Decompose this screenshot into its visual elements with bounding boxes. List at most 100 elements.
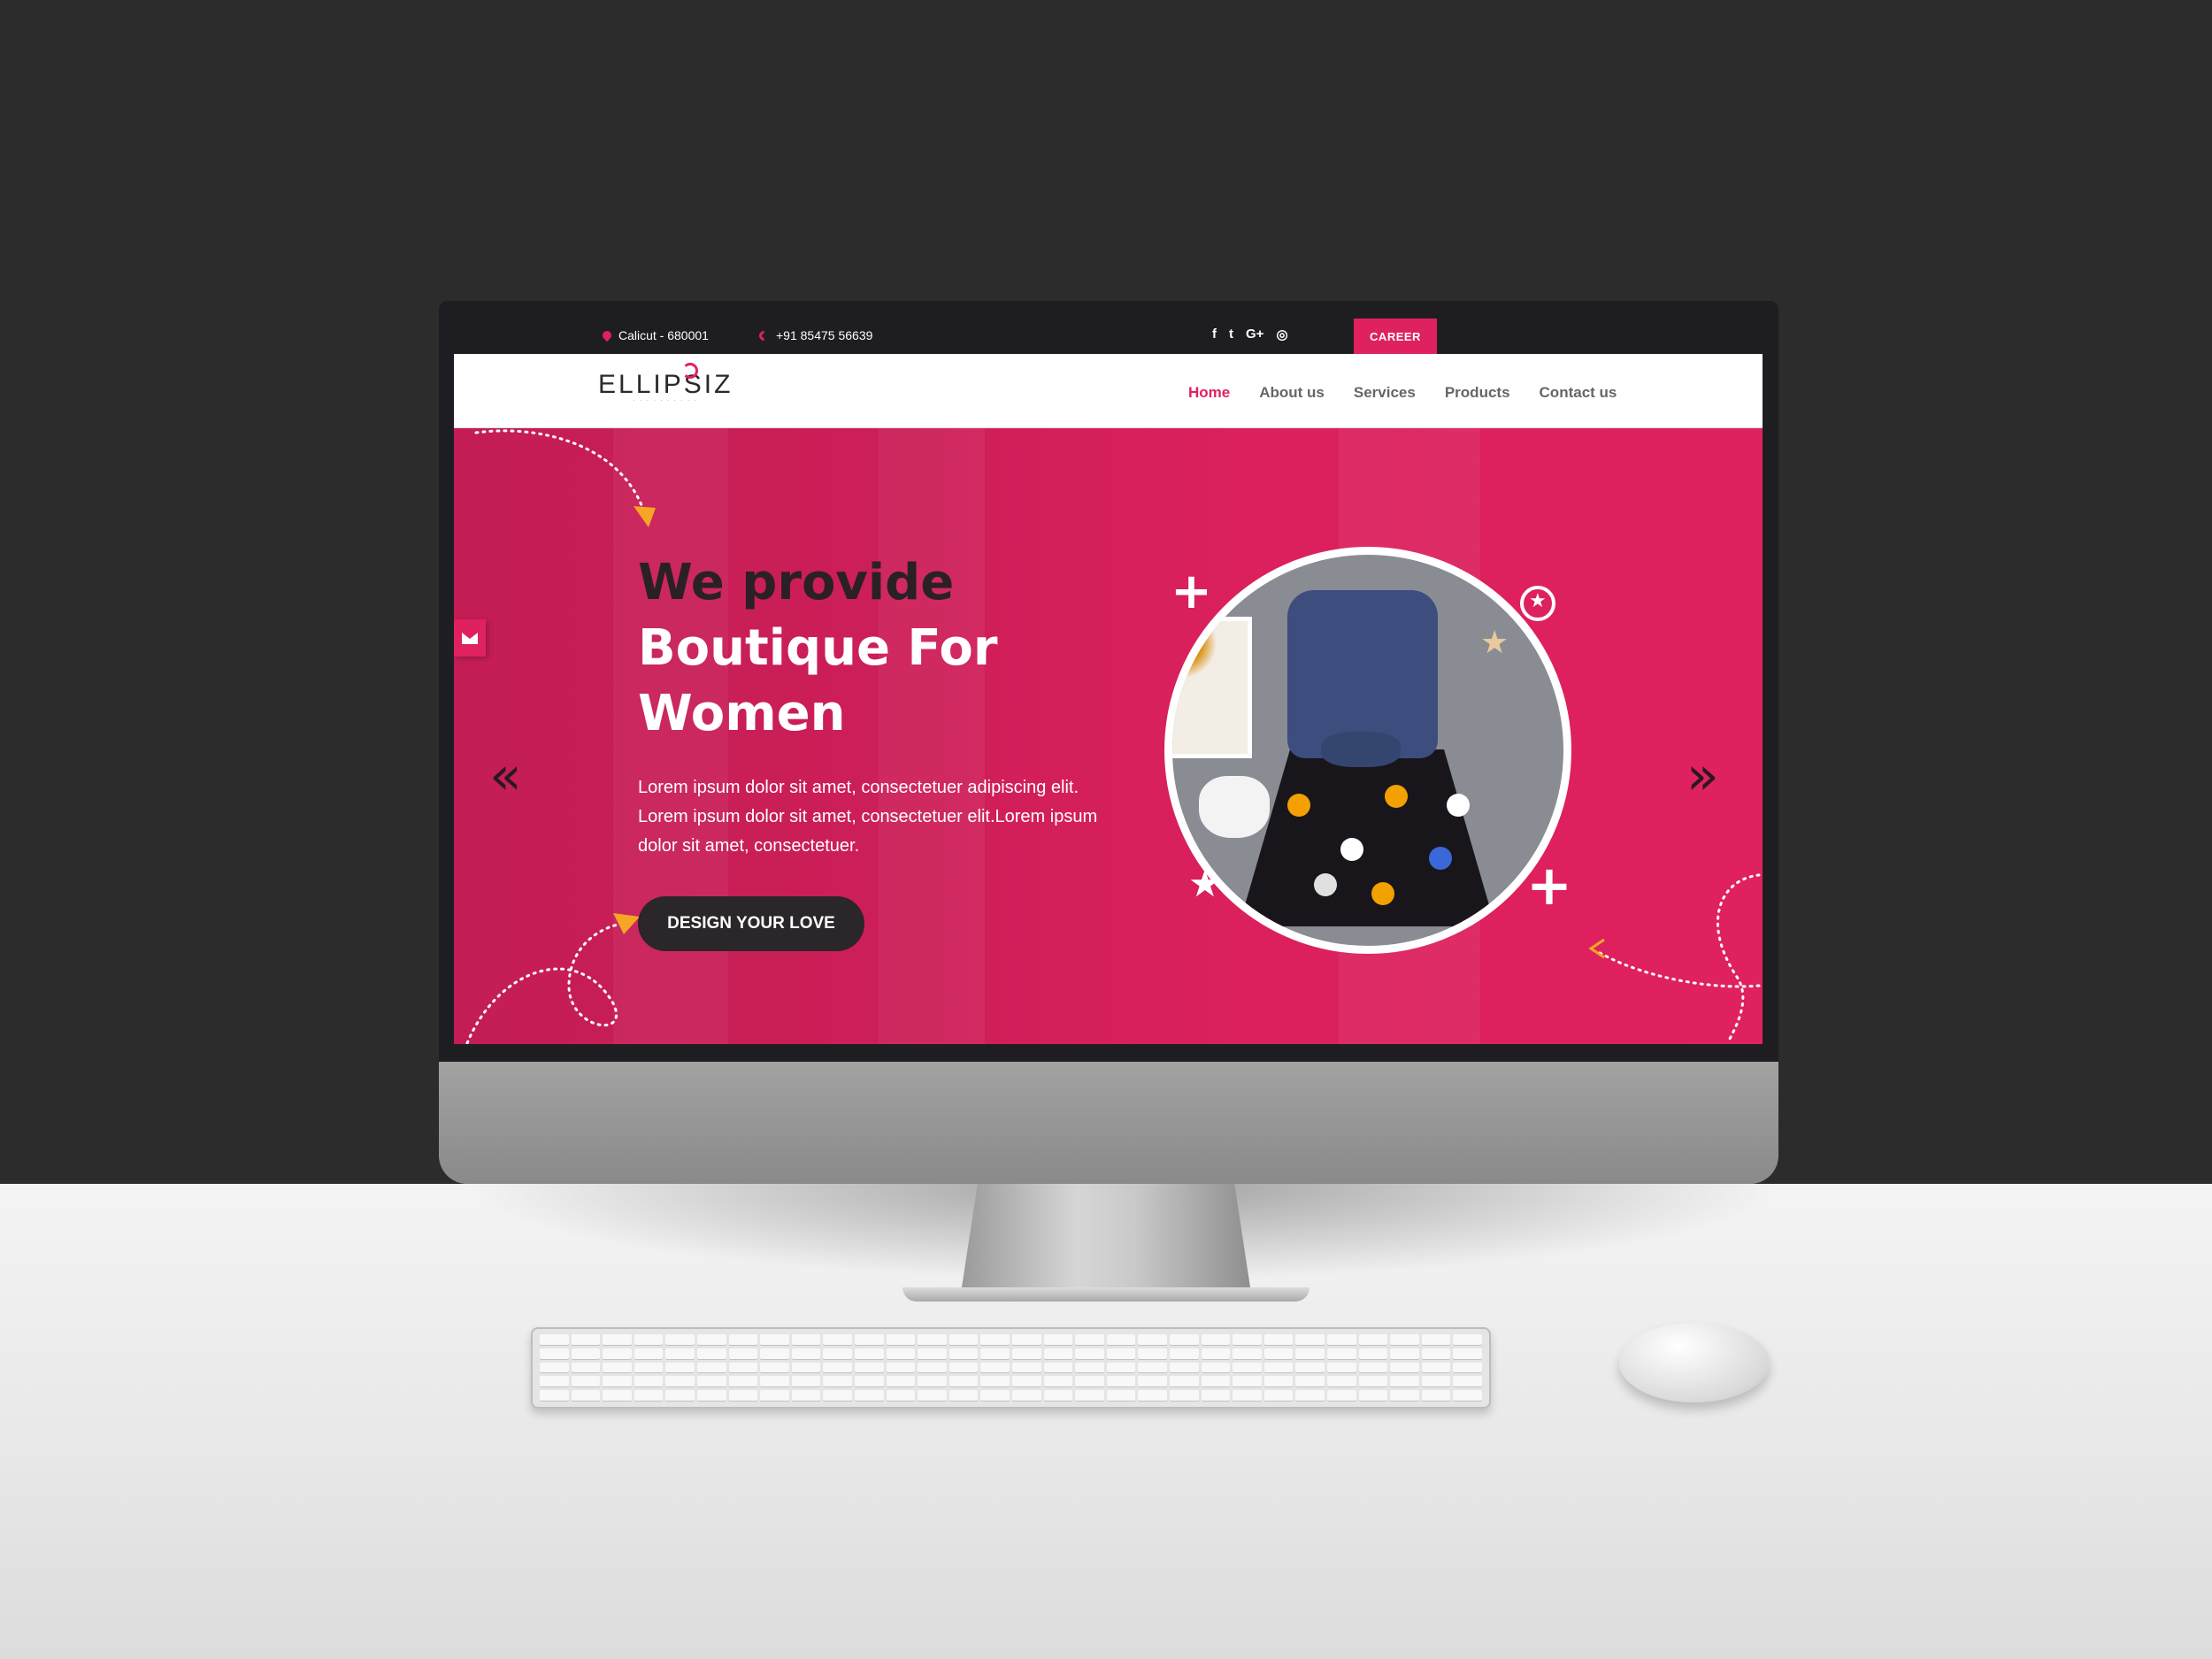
hero-line-3: Women <box>638 685 846 742</box>
twitter-icon[interactable]: t <box>1229 326 1233 342</box>
career-button[interactable]: CAREER <box>1354 319 1437 354</box>
keyboard-key <box>1043 1348 1073 1360</box>
keyboard-key <box>1390 1376 1419 1388</box>
design-your-love-button[interactable]: DESIGN YOUR LOVE <box>638 896 864 951</box>
skirt-flower <box>1447 794 1470 817</box>
keyboard-key <box>1201 1334 1231 1346</box>
keyboard-key <box>1263 1362 1294 1374</box>
keyboard-key <box>1263 1334 1294 1346</box>
keyboard-key <box>571 1334 601 1346</box>
keyboard-key <box>1043 1362 1073 1374</box>
phone-text[interactable]: +91 85475 56639 <box>776 328 872 342</box>
side-mail-button[interactable] <box>454 619 486 657</box>
nav-item-about[interactable]: About us <box>1259 384 1325 402</box>
skirt-flower <box>1340 838 1363 861</box>
hero-slider: « » We provide Boutique For Women Lorem … <box>454 428 1763 1044</box>
keyboard-key <box>1138 1362 1167 1374</box>
keyboard-key <box>1453 1334 1482 1346</box>
keyboard-key <box>980 1334 1010 1346</box>
nav-item-contact[interactable]: Contact us <box>1540 384 1617 402</box>
keyboard-key <box>1421 1348 1451 1360</box>
keyboard-key <box>791 1334 821 1346</box>
keyboard-key <box>665 1390 695 1402</box>
keyboard-key <box>949 1362 979 1374</box>
keyboard-key <box>854 1362 884 1374</box>
keyboard-key <box>571 1362 601 1374</box>
google-plus-icon[interactable]: G+ <box>1246 326 1263 342</box>
hero-line-1: We provide <box>638 554 955 611</box>
product-photo: ★ <box>1164 547 1571 954</box>
keyboard-key <box>603 1334 632 1346</box>
keyboard-key <box>1358 1334 1388 1346</box>
keyboard-key <box>1390 1334 1419 1346</box>
keyboard-key <box>1106 1362 1136 1374</box>
keyboard-key <box>1201 1362 1231 1374</box>
small-star-icon: ★ <box>1529 590 1547 612</box>
keyboard-key <box>540 1362 569 1374</box>
keyboard-key <box>760 1334 789 1346</box>
hero-line-2: Boutique For <box>638 619 998 677</box>
keyboard-key <box>1138 1376 1167 1388</box>
keyboard-key <box>634 1348 664 1360</box>
keyboard-key <box>1421 1376 1451 1388</box>
keyboard-key <box>1169 1334 1199 1346</box>
keyboard-key <box>1169 1376 1199 1388</box>
keyboard-key <box>854 1376 884 1388</box>
nav-item-products[interactable]: Products <box>1445 384 1510 402</box>
keyboard-key <box>634 1334 664 1346</box>
keyboard-key <box>823 1390 852 1402</box>
keyboard-key <box>1201 1390 1231 1402</box>
keyboard-key <box>1326 1390 1356 1402</box>
keyboard-key <box>728 1376 758 1388</box>
keyboard-key <box>1453 1348 1482 1360</box>
keyboard-key <box>854 1348 884 1360</box>
nav-item-services[interactable]: Services <box>1354 384 1416 402</box>
keyboard-key <box>665 1348 695 1360</box>
monitor-stand-foot <box>902 1287 1310 1302</box>
keyboard-key <box>634 1390 664 1402</box>
keyboard-key <box>1233 1362 1262 1374</box>
keyboard-key <box>1011 1334 1041 1346</box>
keyboard-key <box>1233 1390 1262 1402</box>
keyboard-key <box>886 1334 916 1346</box>
keyboard-key <box>791 1348 821 1360</box>
dotted-loop-bottom-left <box>465 913 640 1044</box>
keyboard-key <box>540 1376 569 1388</box>
keyboard-key <box>571 1376 601 1388</box>
skirt-flower <box>1314 873 1337 896</box>
keyboard-key <box>1138 1348 1167 1360</box>
keyboard-key <box>1106 1348 1136 1360</box>
slider-next-button[interactable]: » <box>1686 749 1719 803</box>
keyboard-key <box>760 1348 789 1360</box>
slider-prev-button[interactable]: « <box>489 749 522 803</box>
nav-item-home[interactable]: Home <box>1188 384 1230 402</box>
keyboard-key <box>571 1348 601 1360</box>
keyboard-key <box>728 1390 758 1402</box>
keyboard-key <box>791 1390 821 1402</box>
keyboard-key <box>886 1362 916 1374</box>
keyboard-key <box>1106 1390 1136 1402</box>
keyboard-key <box>571 1390 601 1402</box>
keyboard-key <box>1326 1348 1356 1360</box>
keyboard-key <box>1358 1376 1388 1388</box>
keyboard-key <box>1043 1334 1073 1346</box>
keyboard-key <box>1043 1390 1073 1402</box>
keyboard-key <box>1295 1390 1325 1402</box>
keyboard-key <box>540 1334 569 1346</box>
hero-headline: We provide Boutique For Women <box>638 550 998 747</box>
monitor-stand <box>960 1184 1252 1299</box>
keyboard-key <box>760 1376 789 1388</box>
keyboard-key <box>1358 1348 1388 1360</box>
keyboard-key <box>918 1348 947 1360</box>
keyboard-key <box>1453 1390 1482 1402</box>
dress-bow <box>1321 732 1401 767</box>
instagram-icon[interactable]: ◎ <box>1276 326 1287 342</box>
facebook-icon[interactable]: f <box>1212 326 1217 342</box>
keyboard-key <box>1263 1376 1294 1388</box>
social-links: f t G+ ◎ <box>1212 326 1288 342</box>
phone-item[interactable]: +91 85475 56639 <box>757 328 872 342</box>
keyboard-key <box>1358 1390 1388 1402</box>
keyboard-key <box>1295 1334 1325 1346</box>
brand-logo[interactable]: ELLIPSIZ · · · · · · · · · · <box>598 363 733 403</box>
keyboard-key <box>1390 1362 1419 1374</box>
